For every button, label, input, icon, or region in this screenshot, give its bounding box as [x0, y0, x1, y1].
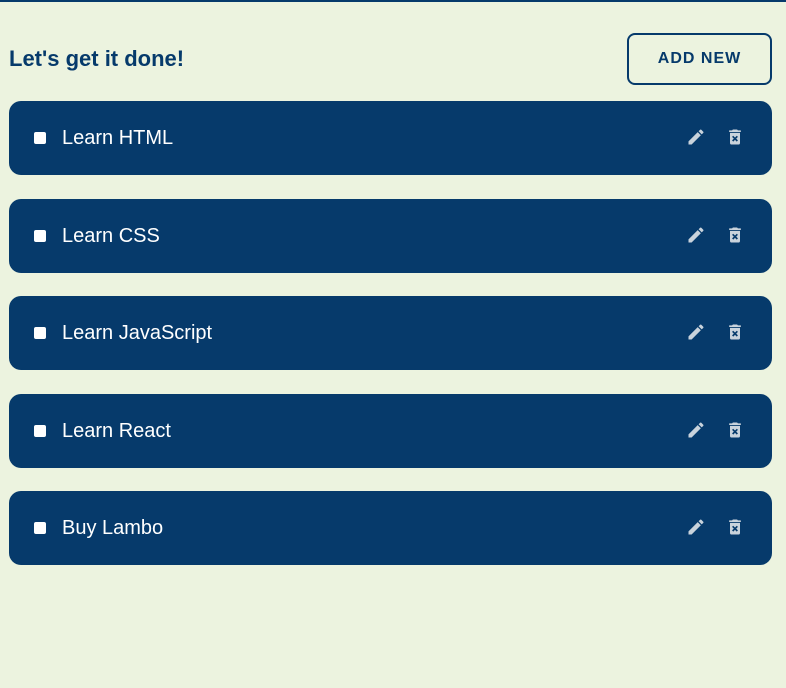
trash-icon[interactable] — [723, 515, 747, 539]
pencil-icon[interactable] — [684, 418, 708, 442]
pencil-icon[interactable] — [684, 320, 708, 344]
trash-icon[interactable] — [723, 223, 747, 247]
task-list: Learn HTML Learn CSS Learn JavaScript Le… — [9, 101, 772, 589]
task-checkbox[interactable] — [34, 327, 46, 340]
task-checkbox[interactable] — [34, 522, 46, 535]
task-label: Learn React — [62, 419, 171, 442]
trash-icon[interactable] — [723, 320, 747, 344]
pencil-icon[interactable] — [684, 223, 708, 247]
trash-icon[interactable] — [723, 125, 747, 149]
task-item: Learn JavaScript — [9, 296, 772, 371]
page-title: Let's get it done! — [9, 46, 185, 71]
task-label: Learn CSS — [62, 224, 160, 247]
pencil-icon[interactable] — [684, 125, 708, 149]
trash-icon[interactable] — [723, 418, 747, 442]
task-label: Learn JavaScript — [62, 322, 213, 345]
pencil-icon[interactable] — [684, 515, 708, 539]
task-label: Learn HTML — [62, 127, 174, 149]
add-new-button[interactable]: ADD NEW — [627, 33, 772, 85]
task-item: Learn HTML — [9, 101, 772, 175]
task-item: Buy Lambo — [9, 491, 772, 566]
task-checkbox[interactable] — [34, 229, 46, 242]
task-label: Buy Lambo — [62, 517, 164, 540]
task-checkbox[interactable] — [34, 424, 46, 437]
task-checkbox[interactable] — [34, 132, 46, 144]
task-item: Learn React — [9, 393, 772, 468]
page-header: Let's get it done! ADD NEW — [9, 33, 772, 85]
top-border — [0, 0, 786, 2]
task-item: Learn CSS — [9, 198, 772, 273]
